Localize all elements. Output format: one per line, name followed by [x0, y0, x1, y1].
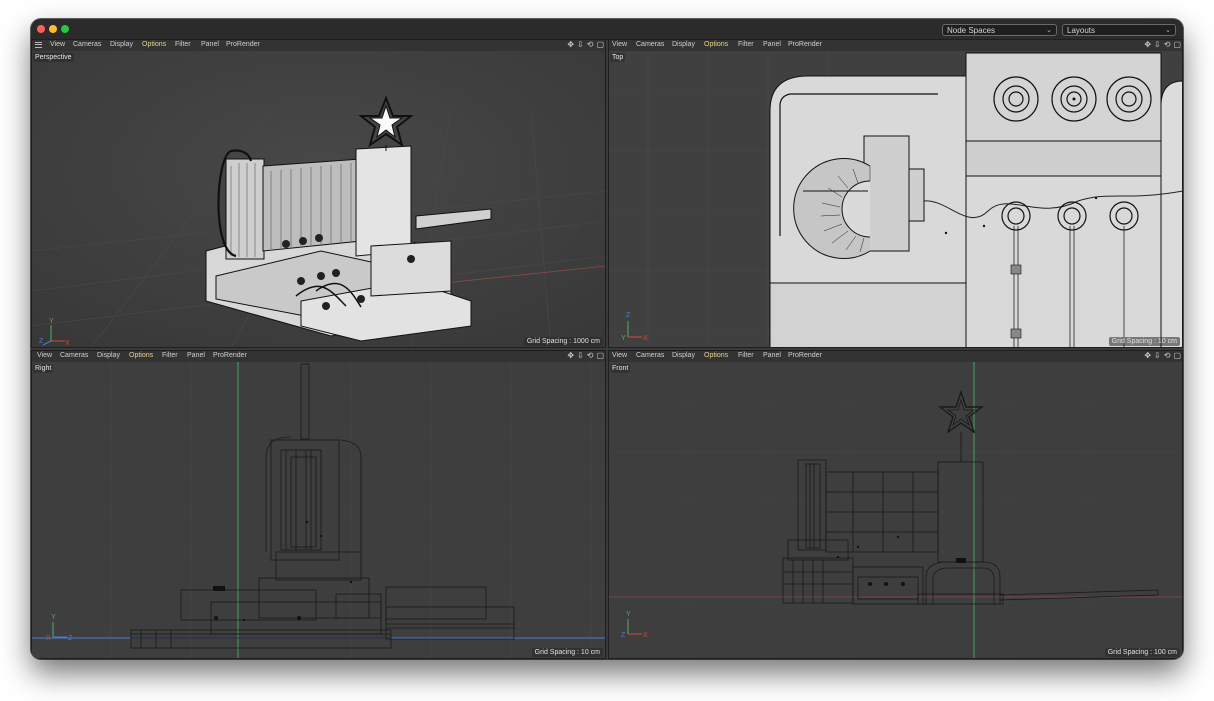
menu-display[interactable]: Display: [672, 350, 695, 362]
menu-cameras[interactable]: Cameras: [73, 39, 101, 51]
viewport-name: Front: [610, 364, 631, 373]
maximize-window-button[interactable]: [61, 25, 69, 33]
axis-z-label: Z: [68, 635, 73, 642]
viewport-nav-tools: ✥ ⇩ ⟲ ▢: [1141, 39, 1181, 51]
rotate-view-icon[interactable]: ⟲: [587, 40, 594, 49]
menu-filter[interactable]: Filter: [738, 350, 754, 362]
menu-filter[interactable]: Filter: [175, 39, 191, 51]
menu-display[interactable]: Display: [672, 39, 695, 51]
axis-x-label: X: [643, 335, 648, 342]
menu-cameras[interactable]: Cameras: [60, 350, 88, 362]
viewport-right[interactable]: View Cameras Display Options Filter Pane…: [31, 350, 606, 659]
menu-options[interactable]: Options: [704, 350, 728, 362]
axis-z-label: Z: [626, 312, 631, 319]
viewport-canvas[interactable]: Y Z X Front Grid Spacing : 100 cm: [608, 362, 1183, 659]
menu-options[interactable]: Options: [129, 350, 153, 362]
viewport-nav-tools: ✥ ⇩ ⟲ ▢: [564, 350, 604, 362]
menu-panel[interactable]: Panel: [763, 39, 781, 51]
hamburger-menu-icon[interactable]: [35, 42, 42, 48]
menu-options[interactable]: Options: [142, 39, 166, 51]
top-scene: Z Y X: [608, 51, 1183, 348]
title-bar: Node Spaces ⌄ Layouts ⌄: [31, 19, 1183, 40]
viewport-menubar: View Cameras Display Options Filter Pane…: [608, 39, 1183, 51]
node-spaces-label: Node Spaces: [947, 26, 996, 35]
viewport-canvas[interactable]: Y X Z Right Grid Spacing : 10 cm: [31, 362, 606, 659]
right-scene: Y X Z: [31, 362, 606, 659]
menu-cameras[interactable]: Cameras: [636, 350, 664, 362]
close-window-button[interactable]: [37, 25, 45, 33]
menu-filter[interactable]: Filter: [738, 39, 754, 51]
axis-x-label: X: [643, 632, 648, 639]
grid-spacing-label: Grid Spacing : 10 cm: [531, 648, 603, 657]
pan-view-icon[interactable]: ⇩: [1154, 40, 1161, 49]
axis-y-label: Y: [626, 611, 631, 618]
perspective-scene: Y Z X: [31, 51, 606, 348]
viewport-canvas[interactable]: Y Z X Perspective Grid Spacing : 1000 cm: [31, 51, 606, 348]
viewport-nav-tools: ✥ ⇩ ⟲ ▢: [1141, 350, 1181, 362]
menu-view[interactable]: View: [612, 350, 627, 362]
viewport-nav-tools: ✥ ⇩ ⟲ ▢: [564, 39, 604, 51]
axis-z-label: Z: [39, 338, 44, 345]
menu-display[interactable]: Display: [110, 39, 133, 51]
viewport-name: Top: [610, 53, 626, 62]
layouts-label: Layouts: [1067, 26, 1096, 35]
pan-view-icon[interactable]: ⇩: [1154, 351, 1161, 360]
viewport-menubar: View Cameras Display Options Filter Pane…: [608, 350, 1183, 362]
menu-prorender[interactable]: ProRender: [788, 39, 822, 51]
chevron-down-icon: ⌄: [1046, 27, 1052, 34]
menu-view[interactable]: View: [612, 39, 627, 51]
menu-view[interactable]: View: [37, 350, 52, 362]
viewport-front[interactable]: View Cameras Display Options Filter Pane…: [608, 350, 1183, 659]
menu-view[interactable]: View: [50, 39, 65, 51]
axis-x-label: X: [65, 340, 70, 347]
rotate-view-icon[interactable]: ⟲: [1164, 40, 1171, 49]
move-view-icon[interactable]: ✥: [1144, 351, 1151, 360]
pan-view-icon[interactable]: ⇩: [577, 351, 584, 360]
viewport-name: Right: [33, 364, 54, 373]
node-spaces-dropdown[interactable]: Node Spaces ⌄: [942, 24, 1057, 36]
menu-cameras[interactable]: Cameras: [636, 39, 664, 51]
menu-panel[interactable]: Panel: [201, 39, 219, 51]
move-view-icon[interactable]: ✥: [1144, 40, 1151, 49]
menu-panel[interactable]: Panel: [763, 350, 781, 362]
viewport-top[interactable]: View Cameras Display Options Filter Pane…: [608, 39, 1183, 348]
axis-x-label: X: [46, 635, 51, 642]
grid-spacing-label: Grid Spacing : 1000 cm: [523, 337, 603, 346]
maximize-view-icon[interactable]: ▢: [1173, 351, 1181, 360]
axis-y-label: Y: [51, 614, 56, 621]
front-scene: Y Z X: [608, 362, 1183, 659]
pan-view-icon[interactable]: ⇩: [577, 40, 584, 49]
move-view-icon[interactable]: ✥: [567, 351, 574, 360]
rotate-view-icon[interactable]: ⟲: [1164, 351, 1171, 360]
grid-spacing-label: Grid Spacing : 10 cm: [1108, 337, 1180, 346]
maximize-view-icon[interactable]: ▢: [596, 351, 604, 360]
maximize-view-icon[interactable]: ▢: [1173, 40, 1181, 49]
viewport-menubar: View Cameras Display Options Filter Pane…: [31, 350, 606, 362]
chevron-down-icon: ⌄: [1165, 27, 1171, 34]
menu-display[interactable]: Display: [97, 350, 120, 362]
menu-options[interactable]: Options: [704, 39, 728, 51]
minimize-window-button[interactable]: [49, 25, 57, 33]
viewport-perspective[interactable]: View Cameras Display Options Filter Pane…: [31, 39, 606, 348]
axis-z-label: Z: [621, 632, 626, 639]
menu-panel[interactable]: Panel: [187, 350, 205, 362]
menu-prorender[interactable]: ProRender: [788, 350, 822, 362]
rotate-view-icon[interactable]: ⟲: [587, 351, 594, 360]
layouts-dropdown[interactable]: Layouts ⌄: [1062, 24, 1176, 36]
menu-prorender[interactable]: ProRender: [213, 350, 247, 362]
axis-y-label: Y: [49, 318, 54, 325]
viewport-canvas[interactable]: Z Y X Top Grid Spacing : 10 cm: [608, 51, 1183, 348]
viewport-name: Perspective: [33, 53, 74, 62]
cinema4d-window: Node Spaces ⌄ Layouts ⌄ View Cameras Dis…: [31, 19, 1183, 659]
grid-spacing-label: Grid Spacing : 100 cm: [1104, 648, 1180, 657]
axis-y-label: Y: [621, 335, 626, 342]
viewport-menubar: View Cameras Display Options Filter Pane…: [31, 39, 606, 51]
menu-filter[interactable]: Filter: [162, 350, 178, 362]
menu-prorender[interactable]: ProRender: [226, 39, 260, 51]
move-view-icon[interactable]: ✥: [567, 40, 574, 49]
maximize-view-icon[interactable]: ▢: [596, 40, 604, 49]
